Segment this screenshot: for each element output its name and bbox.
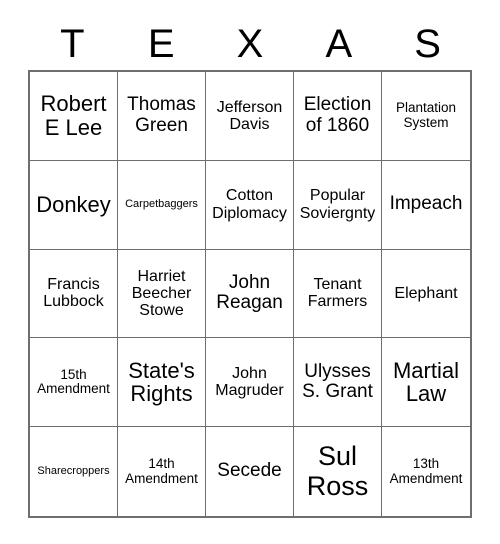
bingo-cell-r3-c5[interactable]: Elephant	[382, 249, 470, 339]
bingo-cell-label: Secede	[217, 460, 282, 482]
bingo-cell-label: Donkey	[36, 191, 111, 217]
bingo-cell-label: 14th Amendment	[125, 456, 198, 486]
bingo-cell-r5-c3[interactable]: Secede	[206, 427, 294, 516]
bingo-cell-label: Thomas Green	[127, 94, 196, 136]
bingo-cell-label: Harriet Beecher Stowe	[131, 267, 192, 320]
bingo-cell-label: Sharecroppers	[37, 464, 110, 477]
bingo-cell-r5-c1[interactable]: Sharecroppers	[30, 427, 118, 516]
bingo-cell-label: Robert E Lee	[40, 91, 107, 140]
bingo-cell-label: Carpetbaggers	[125, 197, 198, 210]
bingo-cell-r5-c2[interactable]: 14th Amendment	[118, 427, 206, 516]
bingo-cell-label: Martial Law	[392, 357, 459, 407]
bingo-cell-r3-c1[interactable]: Francis Lubbock	[30, 249, 118, 339]
bingo-cell-r2-c2[interactable]: Carpetbaggers	[118, 160, 206, 250]
bingo-cell-label: Election of 1860	[303, 94, 372, 136]
bingo-cell-r5-c4[interactable]: Sul Ross	[294, 427, 382, 516]
bingo-cell-r4-c3[interactable]: John Magruder	[206, 338, 294, 428]
bingo-cell-label: Jefferson Davis	[216, 98, 283, 133]
bingo-cell-r1-c1[interactable]: Robert E Lee	[30, 72, 118, 161]
bingo-cell-r2-c3[interactable]: Cotton Diplomacy	[206, 160, 294, 250]
header-letter-3: X	[236, 22, 264, 66]
bingo-cell-r4-c5[interactable]: Martial Law	[382, 338, 470, 428]
bingo-cell-r4-c1[interactable]: 15th Amendment	[30, 338, 118, 428]
bingo-cell-label: Ulysses S. Grant	[302, 360, 373, 403]
bingo-cell-r1-c3[interactable]: Jefferson Davis	[206, 72, 294, 161]
header-letter-1: T	[60, 22, 85, 66]
bingo-cell-label: 15th Amendment	[37, 366, 110, 397]
bingo-cell-label: State's Rights	[128, 357, 195, 407]
bingo-cell-label: John Magruder	[215, 365, 284, 400]
bingo-cell-label: Plantation System	[395, 100, 457, 130]
bingo-cell-r2-c4[interactable]: Popular Soviergnty	[294, 160, 382, 250]
bingo-cell-r4-c2[interactable]: State's Rights	[118, 338, 206, 428]
bingo-cell-r3-c3[interactable]: John Reagan	[206, 249, 294, 339]
bingo-card: T E X A S Robert E Lee Thomas Green Jeffer…	[0, 0, 500, 544]
header-letter-2: E	[147, 22, 175, 66]
bingo-header: T E X A S	[28, 18, 472, 70]
bingo-cell-label: Popular Soviergnty	[299, 187, 376, 222]
bingo-cell-label: 13th Amendment	[389, 456, 463, 486]
bingo-cell-r5-c5[interactable]: 13th Amendment	[382, 427, 470, 516]
bingo-cell-label: Cotton Diplomacy	[212, 187, 287, 222]
bingo-cell-r3-c4[interactable]: Tenant Farmers	[294, 249, 382, 339]
header-letter-5: S	[414, 22, 441, 66]
bingo-cell-label: Elephant	[394, 284, 458, 302]
bingo-cell-r1-c2[interactable]: Thomas Green	[118, 72, 206, 161]
header-letter-4: A	[325, 22, 353, 66]
bingo-cell-label: Francis Lubbock	[43, 276, 104, 311]
bingo-cell-label: Sul Ross	[306, 441, 369, 501]
bingo-cell-r1-c5[interactable]: Plantation System	[382, 72, 470, 161]
bingo-grid: Robert E Lee Thomas Green Jefferson Davis E…	[28, 70, 472, 518]
bingo-cell-label: John Reagan	[216, 271, 283, 314]
bingo-cell-r2-c1[interactable]: Donkey	[30, 160, 118, 250]
bingo-cell-label: Tenant Farmers	[307, 276, 368, 311]
bingo-cell-r1-c4[interactable]: Election of 1860	[294, 72, 382, 161]
bingo-cell-r4-c4[interactable]: Ulysses S. Grant	[294, 338, 382, 428]
bingo-cell-label: Impeach	[389, 193, 463, 215]
bingo-cell-r2-c5[interactable]: Impeach	[382, 160, 470, 250]
bingo-cell-r3-c2[interactable]: Harriet Beecher Stowe	[118, 249, 206, 339]
